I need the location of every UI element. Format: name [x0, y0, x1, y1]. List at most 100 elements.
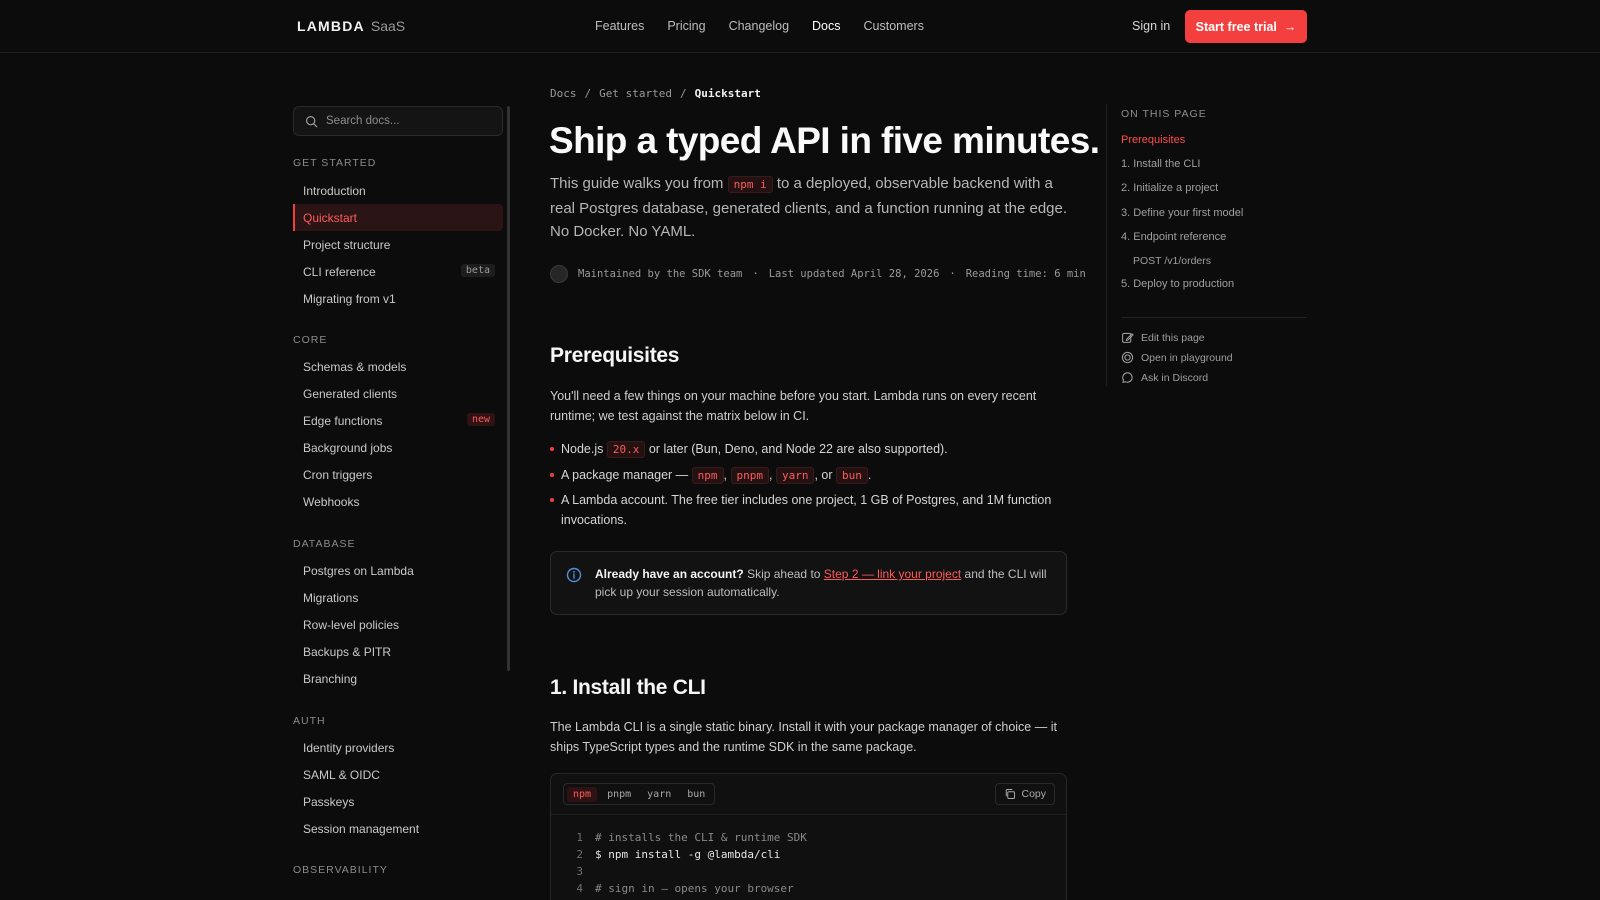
sidebar-item-label: Background jobs: [303, 440, 393, 455]
action-label: Ask in Discord: [1141, 371, 1209, 384]
inline-code-npm-i: npm i: [727, 176, 773, 193]
nav-changelog[interactable]: Changelog: [729, 19, 789, 33]
sidebar-item-passkeys[interactable]: Passkeys: [293, 788, 503, 815]
sidebar-item-postgres[interactable]: Postgres on Lambda: [293, 557, 503, 584]
sidebar-item-label: Backups & PITR: [303, 644, 392, 659]
breadcrumb-current: Quickstart: [694, 87, 761, 100]
sidebar-item-cli-reference[interactable]: CLI reference beta: [293, 258, 503, 285]
inline-code-bun: bun: [836, 466, 868, 484]
period: .: [867, 467, 872, 482]
inline-code-npm: npm: [691, 466, 724, 484]
nav-docs[interactable]: Docs: [812, 19, 840, 33]
ask-discord-link[interactable]: Ask in Discord: [1121, 371, 1208, 384]
sidebar-item-label: Row-level policies: [303, 617, 400, 632]
page-meta: Maintained by the SDK team · Last update…: [550, 265, 1086, 283]
code-line: 4 # sign in — opens your browser: [573, 880, 807, 897]
tab-npm[interactable]: npm: [567, 786, 598, 802]
toc-item-define-model[interactable]: 3. Define your first model: [1121, 207, 1243, 219]
toc-item-prerequisites[interactable]: Prerequisites: [1121, 134, 1185, 146]
sidebar-item-session-management[interactable]: Session management: [293, 815, 503, 842]
top-header: LAMBDA SaaS Features Pricing Changelog D…: [0, 0, 1600, 53]
lead-paragraph: This guide walks you from npm i to a dep…: [550, 172, 1075, 244]
breadcrumb-docs[interactable]: Docs: [550, 87, 577, 100]
line-number: 3: [576, 865, 583, 878]
toc-item-post-orders[interactable]: POST /v1/orders: [1133, 255, 1211, 267]
breadcrumb-get-started[interactable]: Get started: [599, 87, 672, 100]
nav-features[interactable]: Features: [595, 19, 644, 33]
prerequisites-text: You'll need a few things on your machine…: [550, 389, 1037, 423]
tab-bun[interactable]: bun: [681, 787, 711, 802]
copy-button[interactable]: Copy: [995, 783, 1055, 805]
sidebar-item-label: Schemas & models: [303, 359, 407, 374]
beta-badge: beta: [460, 264, 495, 277]
sidebar-item-migrating[interactable]: Migrating from v1: [293, 285, 503, 312]
sidebar-item-backups[interactable]: Backups & PITR: [293, 638, 503, 665]
sidebar-item-label: Introduction: [303, 183, 366, 198]
sidebar-item-cron-triggers[interactable]: Cron triggers: [293, 461, 503, 488]
sidebar-item-edge-functions[interactable]: Edge functions new: [293, 407, 503, 434]
sidebar-section-observability: OBSERVABILITY: [293, 864, 388, 876]
callout-link[interactable]: Step 2 — link your project: [824, 567, 961, 581]
meta-dot: ·: [752, 268, 759, 280]
nav-pricing[interactable]: Pricing: [667, 19, 705, 33]
sidebar-item-background-jobs[interactable]: Background jobs: [293, 434, 503, 461]
tab-pnpm[interactable]: pnpm: [601, 787, 637, 802]
action-label: Open in playground: [1141, 351, 1233, 364]
tab-yarn[interactable]: yarn: [641, 787, 677, 802]
sidebar-item-schemas[interactable]: Schemas & models: [293, 353, 503, 380]
sidebar-item-quickstart[interactable]: Quickstart: [293, 204, 503, 231]
sidebar-section-database: DATABASE: [293, 538, 356, 550]
start-free-trial-button[interactable]: Start free trial →: [1185, 10, 1307, 43]
open-playground-link[interactable]: Open in playground: [1121, 351, 1233, 364]
bullet-text: or later (Bun, Deno, and Node 22 are als…: [648, 442, 948, 456]
prerequisites-heading: Prerequisites: [550, 344, 680, 367]
copy-icon: [1006, 789, 1016, 799]
edit-page-link[interactable]: Edit this page: [1121, 331, 1205, 344]
code-command: $ npm install -g @lambda/cli: [595, 848, 781, 861]
sidebar-item-migrations[interactable]: Migrations: [293, 584, 503, 611]
chat-icon: [1122, 372, 1133, 383]
sidebar-item-project-structure[interactable]: Project structure: [293, 231, 503, 258]
sidebar-item-label: Passkeys: [303, 794, 355, 809]
sidebar-item-identity-providers[interactable]: Identity providers: [293, 734, 503, 761]
nav-customers[interactable]: Customers: [864, 19, 924, 33]
maintainer: Maintained by the SDK team: [578, 268, 743, 280]
sidebar-item-saml[interactable]: SAML & OIDC: [293, 761, 503, 788]
sidebar-item-webhooks[interactable]: Webhooks: [293, 488, 503, 515]
toc-title: ON THIS PAGE: [1121, 108, 1207, 120]
sidebar-item-row-level-policies[interactable]: Row-level policies: [293, 611, 503, 638]
code-comment: # installs the CLI & runtime SDK: [595, 831, 807, 844]
code-lines: 1 # installs the CLI & runtime SDK 2 $ n…: [573, 829, 807, 897]
toc-item-initialize[interactable]: 2. Initialize a project: [1121, 182, 1218, 194]
sidebar-item-generated-clients[interactable]: Generated clients: [293, 380, 503, 407]
meta-dot: ·: [949, 268, 956, 280]
line-number: 4: [576, 882, 583, 895]
sidebar-item-label: Identity providers: [303, 740, 395, 755]
sidebar-item-branching[interactable]: Branching: [293, 665, 503, 692]
lead-text-before: This guide walks you from: [550, 175, 724, 192]
toc-item-install-cli[interactable]: 1. Install the CLI: [1121, 158, 1201, 170]
sign-in-link[interactable]: Sign in: [1132, 19, 1170, 33]
page-title: Ship a typed API in five minutes.: [549, 120, 1100, 161]
copy-label: Copy: [1021, 788, 1046, 800]
prerequisites-list: Node.js 20.x or later (Bun, Deno, and No…: [550, 440, 1070, 536]
sidebar-section-get-started: GET STARTED: [293, 157, 377, 169]
logo[interactable]: LAMBDA SaaS: [297, 18, 405, 34]
sidebar-scrollbar[interactable]: [507, 106, 510, 671]
sidebar-item-label: Postgres on Lambda: [303, 563, 414, 578]
sidebar-item-introduction[interactable]: Introduction: [293, 177, 503, 204]
toc-item-deploy[interactable]: 5. Deploy to production: [1121, 278, 1234, 290]
or-text: , or: [814, 467, 833, 482]
sidebar-item-label: Branching: [303, 671, 358, 686]
search-input[interactable]: Search docs...: [293, 106, 503, 136]
search-placeholder: Search docs...: [326, 115, 400, 127]
install-cli-heading: 1. Install the CLI: [550, 676, 706, 699]
callout-text: Skip ahead to: [747, 567, 821, 581]
avatar: [550, 265, 568, 283]
main-nav: Features Pricing Changelog Docs Customer…: [595, 19, 924, 33]
toc-item-endpoint-reference[interactable]: 4. Endpoint reference: [1121, 231, 1226, 243]
comma: ,: [723, 467, 728, 482]
code-line: 2 $ npm install -g @lambda/cli: [573, 846, 807, 863]
breadcrumb-separator: /: [584, 87, 592, 100]
list-item: A package manager — npm, pnpm, yarn, or …: [550, 466, 1070, 486]
